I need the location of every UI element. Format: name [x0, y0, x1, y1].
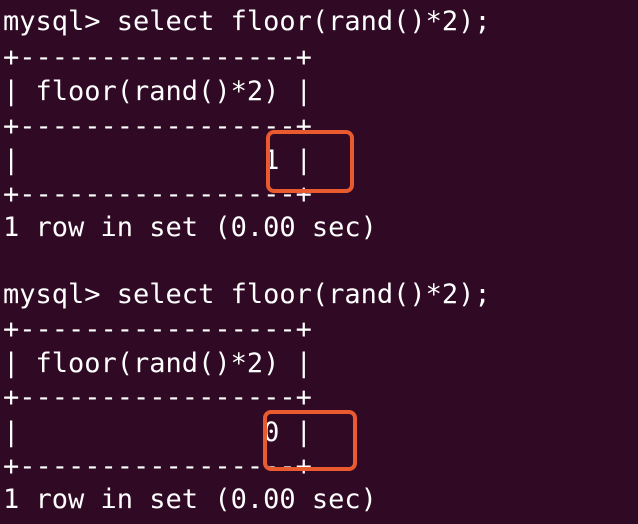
command-prompt-line: mysql> select floor(rand()*2); [3, 6, 491, 37]
table-header-row: | floor(rand()*2) | [3, 348, 312, 379]
result-status-line: 1 row in set (0.00 sec) [3, 484, 377, 515]
highlight-box [263, 410, 357, 471]
terminal-window[interactable]: mysql> select floor(rand()*2); +--------… [0, 0, 638, 524]
table-border-mid: +-----------------+ [3, 382, 312, 413]
result-status-line: 1 row in set (0.00 sec) [3, 212, 377, 243]
table-border-top: +-----------------+ [3, 314, 312, 345]
table-border-top: +-----------------+ [3, 42, 312, 73]
table-header-row: | floor(rand()*2) | [3, 76, 312, 107]
highlight-box [266, 130, 354, 193]
command-prompt-line: mysql> select floor(rand()*2); [3, 279, 491, 310]
